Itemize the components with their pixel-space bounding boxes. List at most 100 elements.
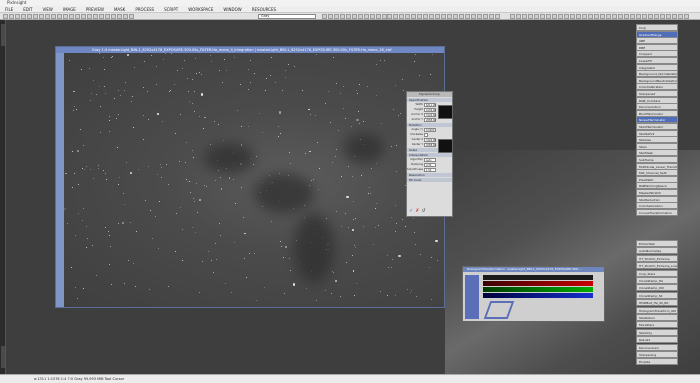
toolbar-button[interactable]	[618, 14, 623, 19]
toolbar-button[interactable]	[624, 14, 629, 19]
toolbar-button[interactable]	[99, 14, 104, 19]
toolbar-button[interactable]	[87, 14, 92, 19]
menu-script[interactable]: SCRIPT	[164, 6, 178, 12]
toolbar-button[interactable]	[540, 14, 545, 19]
process-icon[interactable]: HT_Stretch_Extreme	[636, 254, 678, 262]
toolbar-button[interactable]	[570, 14, 575, 19]
toolbar-button[interactable]	[57, 14, 62, 19]
toolbar-button[interactable]	[27, 14, 32, 19]
histogram-plot[interactable]	[483, 275, 593, 280]
toolbar-button[interactable]	[352, 14, 357, 19]
sidebar-tab-process-explorer[interactable]	[1, 24, 5, 46]
sidebar-tab-view-explorer[interactable]	[1, 346, 5, 368]
toolbar-button[interactable]	[447, 14, 452, 19]
toolbar-button[interactable]	[346, 14, 351, 19]
menu-workspace[interactable]: WORKSPACE	[188, 6, 213, 12]
toolbar-button[interactable]	[489, 14, 494, 19]
toolbar-button[interactable]	[358, 14, 363, 19]
toolbar-button[interactable]	[546, 14, 551, 19]
menu-image[interactable]: IMAGE	[63, 6, 76, 12]
toolbar-button[interactable]	[606, 14, 611, 19]
toolbar-button[interactable]	[642, 14, 647, 19]
toolbar-button[interactable]	[15, 14, 20, 19]
toolbar-button[interactable]	[582, 14, 587, 19]
toolbar-button[interactable]	[376, 14, 381, 19]
toolbar-button[interactable]	[495, 14, 500, 19]
menu-resources[interactable]: RESOURCES	[252, 6, 276, 12]
toolbar-button[interactable]	[612, 14, 617, 19]
toolbar-button[interactable]	[417, 14, 422, 19]
process-icon[interactable]: Sharpening	[636, 351, 678, 358]
clamping-input[interactable]: 0.30	[424, 162, 436, 167]
toolbar-button[interactable]	[387, 14, 392, 19]
toolbar-button[interactable]	[660, 14, 665, 19]
reset-icon[interactable]: ↺	[421, 209, 425, 214]
toolbar-button[interactable]	[630, 14, 635, 19]
red-channel-bar[interactable]	[483, 281, 593, 286]
smoothness-input[interactable]: 1.50	[424, 167, 436, 172]
toolbar-button[interactable]	[21, 14, 26, 19]
process-icon[interactable]: Deconvolved	[636, 343, 678, 351]
toolbar-button[interactable]	[423, 14, 428, 19]
center-x-input[interactable]: 3126.00	[424, 137, 436, 142]
toolbar-button[interactable]	[45, 14, 50, 19]
section-fill-color[interactable]: Fill Color	[407, 178, 452, 182]
toolbar-button[interactable]	[33, 14, 38, 19]
process-icon[interactable]: StarReturn	[636, 314, 678, 321]
section-resolution[interactable]: Resolution	[407, 173, 452, 177]
toolbar-button[interactable]	[93, 14, 98, 19]
process-icon[interactable]: ExtractSat	[636, 240, 678, 247]
toolbar-button[interactable]	[3, 14, 8, 19]
toolbar-button[interactable]	[477, 14, 482, 19]
toolbar-button[interactable]	[534, 14, 539, 19]
menu-process[interactable]: PROCESS	[135, 6, 154, 12]
toolbar-button[interactable]	[678, 14, 683, 19]
toolbar-button[interactable]	[370, 14, 375, 19]
histogram-tools[interactable]	[465, 275, 479, 319]
anchor-x-input[interactable]: 3126.00	[424, 112, 436, 117]
toolbar-button[interactable]	[528, 14, 533, 19]
toolbar-button[interactable]	[63, 14, 68, 19]
toolbar-button[interactable]	[510, 14, 515, 19]
toolbar-button[interactable]	[483, 14, 488, 19]
process-icon[interactable]: CloneStamp_SII	[636, 291, 678, 299]
angle-input[interactable]: 0.0000	[424, 127, 436, 132]
toolbar-button[interactable]	[558, 14, 563, 19]
toolbar-button[interactable]	[81, 14, 86, 19]
menu-preview[interactable]: PREVIEW	[86, 6, 104, 12]
process-icon[interactable]: CloneStamp_HA	[636, 277, 678, 284]
menu-mask[interactable]: MASK	[114, 6, 125, 12]
toolbar-button[interactable]	[405, 14, 410, 19]
toolbar-button[interactable]	[322, 14, 327, 19]
toolbar-button[interactable]	[552, 14, 557, 19]
process-icon[interactable]: CurvesTransformation	[636, 208, 678, 216]
toolbar-button[interactable]	[328, 14, 333, 19]
toolbar-button[interactable]	[648, 14, 653, 19]
toolbar-button[interactable]	[334, 14, 339, 19]
image-window[interactable]: Gray 1:4 masterLight_BIN-1_6252x4176_EXP…	[55, 46, 445, 308]
toolbar-button[interactable]	[9, 14, 14, 19]
center-y-input[interactable]: 2088.00	[424, 142, 436, 147]
toolbar-button[interactable]	[672, 14, 677, 19]
toolbar-button[interactable]	[69, 14, 74, 19]
toolbar-button[interactable]	[636, 14, 641, 19]
toolbar-button[interactable]	[105, 14, 110, 19]
toolbar-button[interactable]	[399, 14, 404, 19]
process-icon[interactable]: HistogramTransform_OIII	[636, 306, 678, 314]
toolbar-button[interactable]	[453, 14, 458, 19]
image-canvas[interactable]	[64, 53, 444, 307]
toolbar-button[interactable]	[459, 14, 464, 19]
toolbar-button[interactable]	[465, 14, 470, 19]
menu-window[interactable]: WINDOW	[223, 6, 241, 12]
process-icon[interactable]: HDRMult_Ha_SII_RP	[636, 299, 678, 307]
toolbar-button[interactable]	[364, 14, 369, 19]
toolbar-button[interactable]	[39, 14, 44, 19]
toolbar-button[interactable]	[522, 14, 527, 19]
cancel-icon[interactable]: ✗	[415, 209, 419, 214]
clockwise-checkbox[interactable]	[424, 132, 428, 137]
width-input[interactable]: 6211.00	[424, 102, 436, 107]
algorithm-select[interactable]: Auto	[424, 157, 436, 162]
toolbar-button[interactable]	[111, 14, 116, 19]
image-window-side-tab[interactable]	[56, 53, 64, 307]
toolbar-button[interactable]	[666, 14, 671, 19]
